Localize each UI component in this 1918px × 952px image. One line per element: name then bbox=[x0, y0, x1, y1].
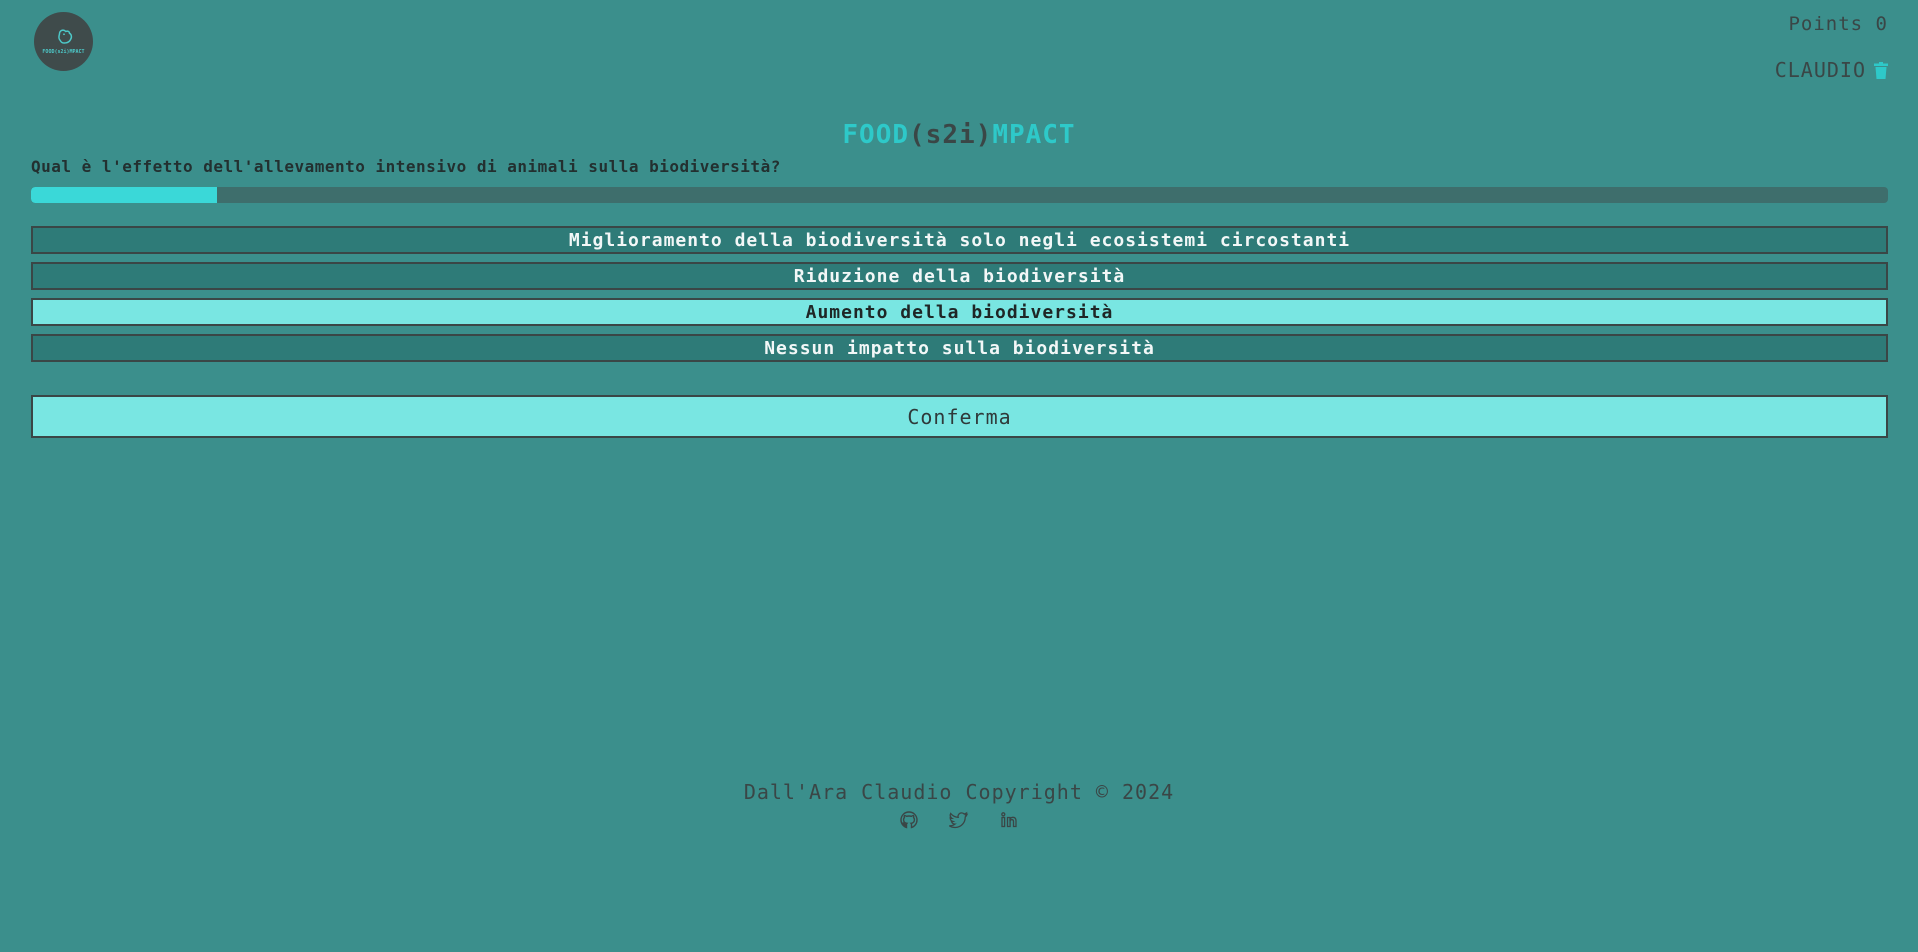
title-part-mpact: MPACT bbox=[992, 120, 1076, 150]
points-value: 0 bbox=[1875, 13, 1888, 35]
points-label: Points bbox=[1788, 13, 1864, 35]
answer-option-2[interactable]: Riduzione della biodiversità bbox=[31, 262, 1888, 290]
github-icon[interactable] bbox=[899, 810, 919, 830]
confirm-button[interactable]: Conferma bbox=[31, 395, 1888, 438]
footer-copyright: Dall'Ara Claudio Copyright © 2024 bbox=[743, 780, 1175, 804]
logo-text: FOOD(s2i)MPACT bbox=[42, 49, 85, 55]
answer-option-3[interactable]: Aumento della biodiversità bbox=[31, 298, 1888, 326]
bird-logo-icon bbox=[57, 29, 72, 44]
page-title: FOOD(s2i)MPACT bbox=[0, 120, 1918, 150]
twitter-icon[interactable] bbox=[949, 810, 969, 830]
answer-option-4[interactable]: Nessun impatto sulla biodiversità bbox=[31, 334, 1888, 362]
username: CLAUDIO bbox=[1774, 58, 1866, 82]
social-links bbox=[0, 810, 1918, 830]
user-info: CLAUDIO bbox=[1775, 58, 1888, 82]
answer-options: Miglioramento della biodiversità solo ne… bbox=[31, 226, 1888, 362]
title-part-s2i: (s2i) bbox=[909, 120, 993, 150]
answer-option-1[interactable]: Miglioramento della biodiversità solo ne… bbox=[31, 226, 1888, 254]
trash-icon[interactable] bbox=[1874, 61, 1888, 79]
app-logo[interactable]: FOOD(s2i)MPACT bbox=[34, 12, 93, 71]
quiz-question: Qual è l'effetto dell'allevamento intens… bbox=[31, 157, 781, 176]
linkedin-icon[interactable] bbox=[999, 810, 1019, 830]
title-part-food: FOOD bbox=[842, 120, 910, 150]
progress-bar-fill bbox=[31, 187, 217, 203]
points-display: Points 0 bbox=[1788, 13, 1888, 35]
progress-bar bbox=[31, 187, 1888, 203]
